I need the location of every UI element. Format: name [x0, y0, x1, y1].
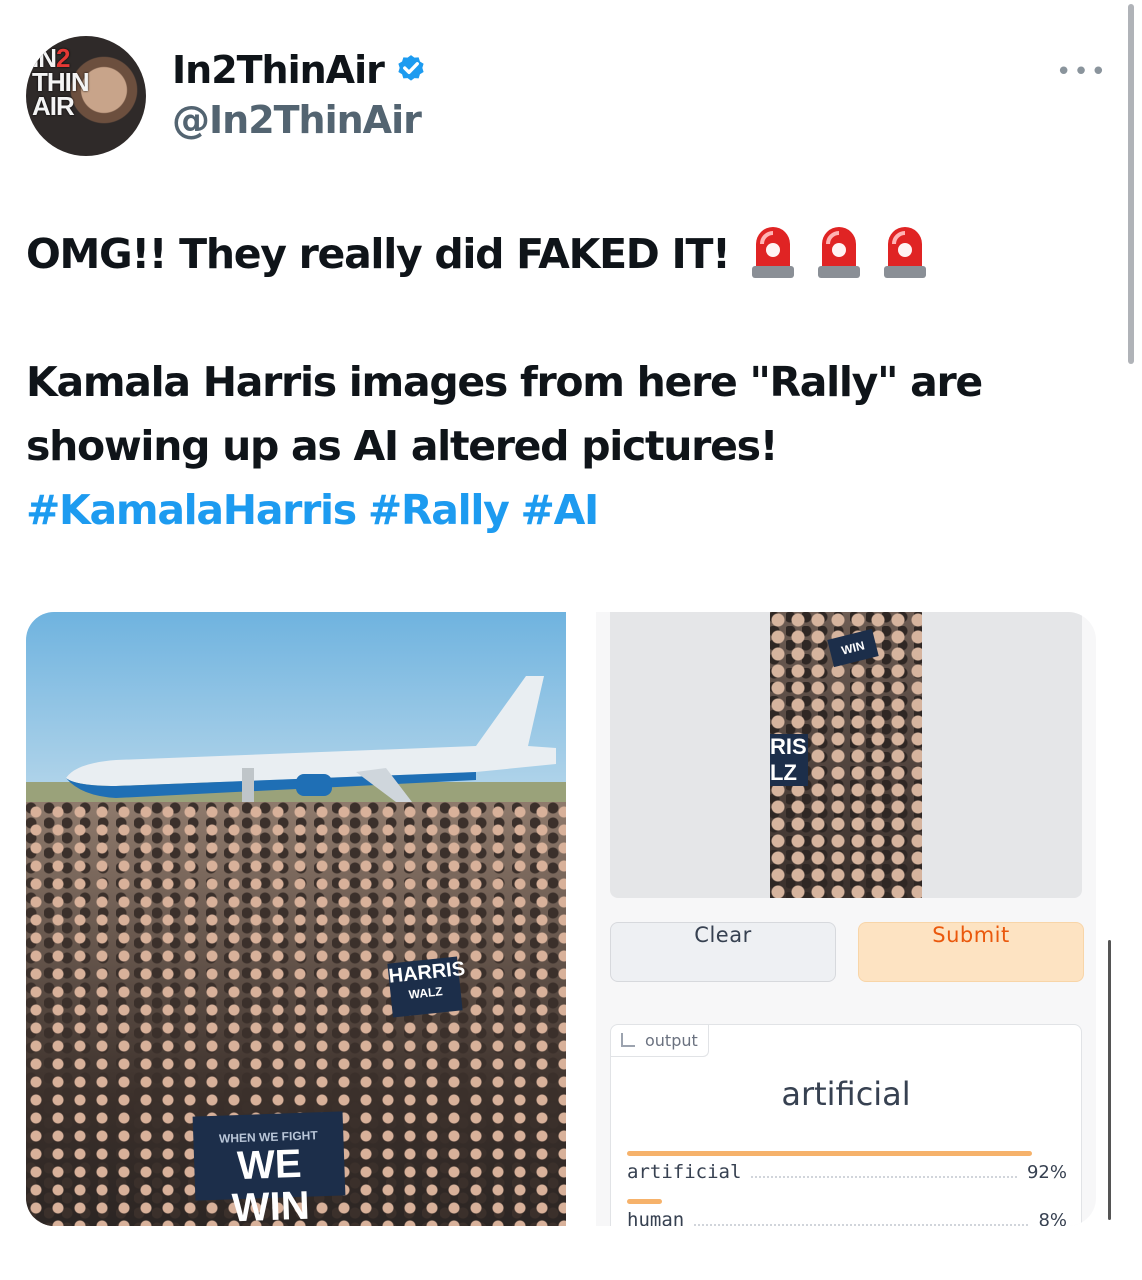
- post-text-headline: OMG!! They really did FAKED IT!: [26, 230, 731, 278]
- clear-button[interactable]: Clear: [610, 922, 836, 982]
- thumbnail-sign-2: WIN: [827, 628, 879, 668]
- post-text-line1: OMG!! They really did FAKED IT!: [26, 222, 1086, 286]
- siren-emoji-icon: [751, 227, 794, 278]
- score-row-human: human 8%: [627, 1209, 1067, 1226]
- hashtag-link[interactable]: #KamalaHarris: [26, 486, 357, 534]
- airplane-image: [66, 676, 556, 808]
- score-bar-human: [627, 1199, 662, 1204]
- we-win-sign: WHEN WE FIGHT WE WIN: [192, 1111, 346, 1226]
- ai-detector-screenshot[interactable]: RIS LZ WIN Clear Submit output artificia…: [596, 612, 1096, 1226]
- score-value: 92%: [1026, 1161, 1067, 1183]
- siren-emoji-icon: [883, 227, 926, 278]
- display-name[interactable]: In2ThinAir: [172, 48, 385, 92]
- uploaded-image-thumbnail: RIS LZ WIN: [770, 612, 922, 898]
- post-header: IN2 THIN AIR In2ThinAir @In2ThinAir •••: [26, 36, 1116, 158]
- output-panel: output artificial artificial 92% human 8%: [610, 1024, 1082, 1226]
- output-tag: output: [611, 1025, 709, 1057]
- post-text: OMG!! They really did FAKED IT! Kamala H…: [26, 222, 1086, 542]
- score-value: 8%: [1038, 1209, 1067, 1227]
- more-options-icon[interactable]: •••: [1056, 59, 1108, 85]
- name-row: In2ThinAir: [172, 48, 428, 92]
- score-label: artificial: [627, 1161, 742, 1183]
- chart-icon: [621, 1033, 635, 1047]
- media-grid: HARRIS WALZ WHEN WE FIGHT WE WIN RIS LZ …: [26, 612, 1096, 1226]
- score-label: human: [627, 1209, 685, 1226]
- hashtag-link[interactable]: #AI: [521, 486, 600, 534]
- score-row-artificial: artificial 92%: [627, 1161, 1067, 1183]
- page-scrollbar[interactable]: [1128, 4, 1134, 364]
- avatar[interactable]: IN2 THIN AIR: [26, 36, 146, 156]
- hashtag-list: #KamalaHarris #Rally #AI: [26, 478, 1086, 542]
- result-label: artificial: [781, 1075, 911, 1113]
- siren-emoji-icon: [817, 227, 860, 278]
- harris-walz-sign: HARRIS WALZ: [387, 956, 466, 1018]
- handle[interactable]: @In2ThinAir: [172, 98, 422, 142]
- rally-photo[interactable]: HARRIS WALZ WHEN WE FIGHT WE WIN: [26, 612, 566, 1226]
- submit-button[interactable]: Submit: [858, 922, 1084, 982]
- output-tag-label: output: [645, 1031, 698, 1050]
- media-scrollbar[interactable]: [1108, 940, 1111, 1220]
- hashtag-link[interactable]: #Rally: [368, 486, 510, 534]
- thumbnail-sign: RIS LZ: [770, 734, 808, 786]
- post-text-line3: showing up as AI altered pictures!: [26, 422, 778, 470]
- score-bar-artificial: [627, 1151, 1032, 1156]
- image-preview: RIS LZ WIN: [610, 612, 1082, 898]
- post-text-line2: Kamala Harris images from here "Rally" a…: [26, 358, 983, 406]
- sign-we-win-text: WE WIN: [231, 1141, 311, 1226]
- avatar-logo: IN2 THIN AIR: [32, 43, 90, 121]
- verified-badge-icon: [398, 55, 424, 81]
